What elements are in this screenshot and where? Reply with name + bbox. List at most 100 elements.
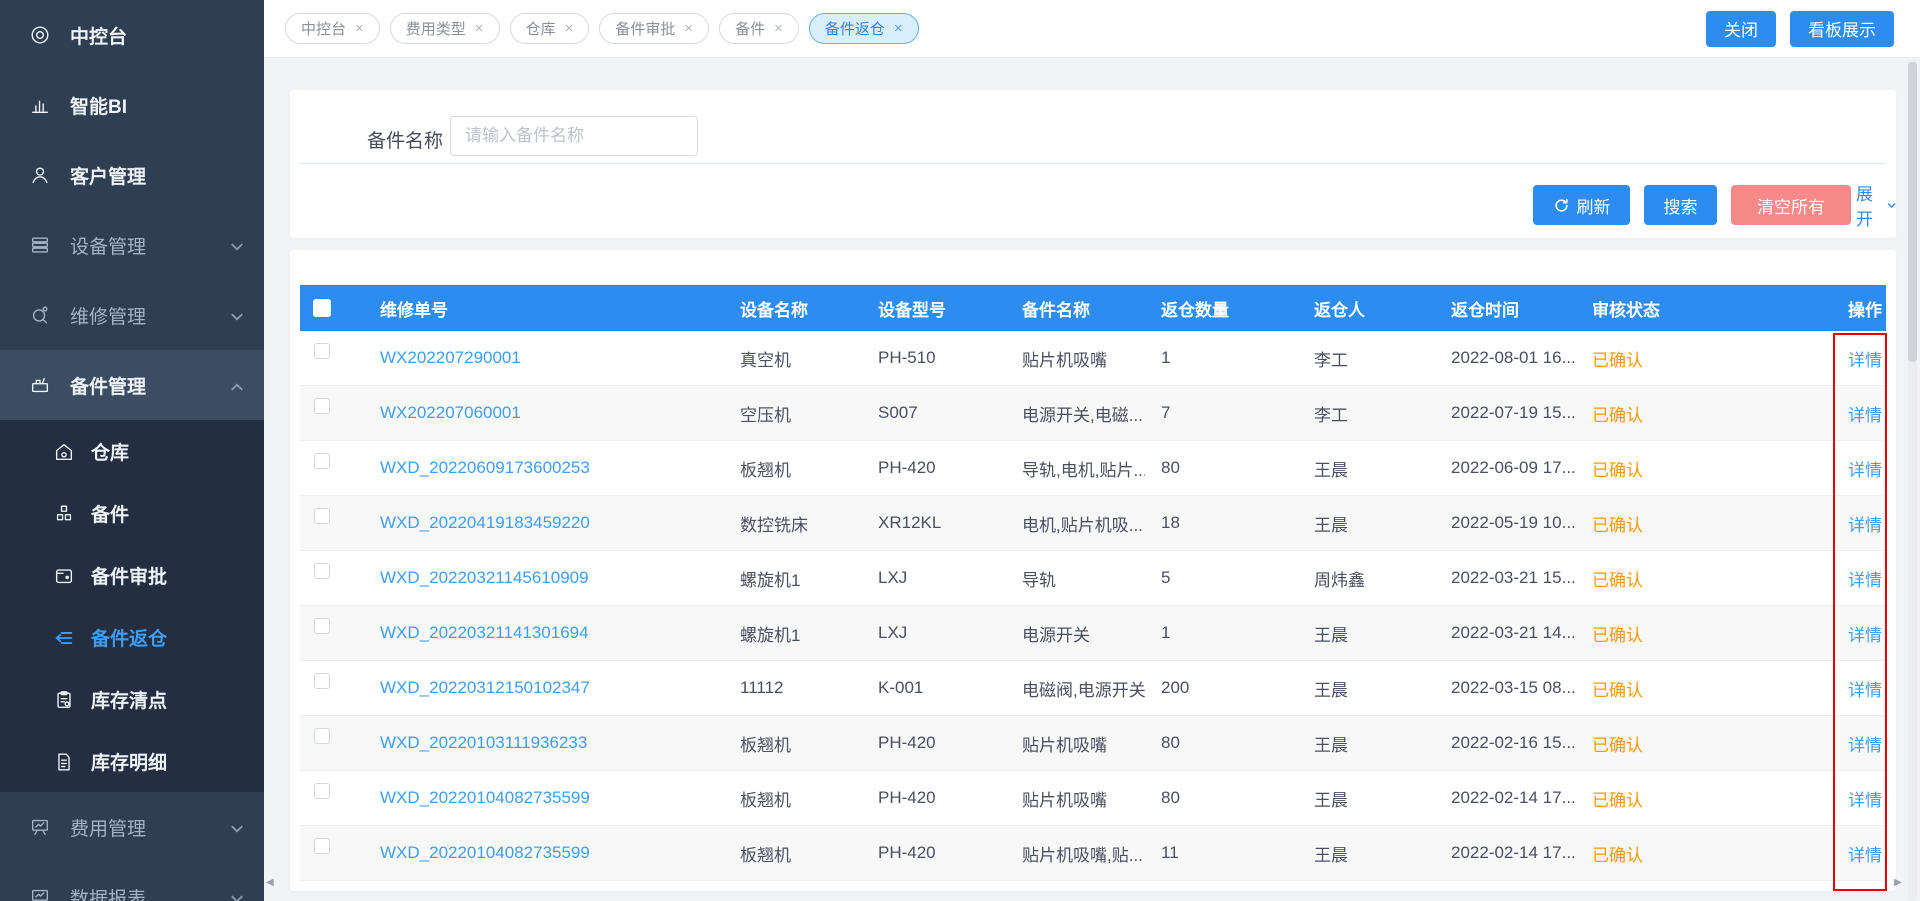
row-checkbox[interactable] [314, 673, 330, 689]
table-row: WXD_20220609173600253 板翘机 PH-420 导轨,电机,贴… [300, 441, 1886, 496]
order-number-link[interactable]: WXD_20220419183459220 [364, 513, 724, 533]
refresh-button[interactable]: 刷新 [1533, 185, 1630, 225]
order-number-link[interactable]: WX202207290001 [364, 348, 724, 368]
vertical-scrollbar[interactable] [1908, 59, 1917, 901]
row-checkbox[interactable] [314, 618, 330, 634]
detail-link[interactable]: 详情 [1848, 406, 1882, 425]
return-person: 王晨 [1298, 676, 1435, 701]
chevron-down-icon [230, 238, 244, 252]
scroll-left-arrow-icon[interactable]: ◀ [266, 877, 274, 888]
tag-label: 仓库 [526, 18, 556, 39]
sidebar-item-report[interactable]: 数据报表 [0, 862, 264, 901]
scroll-right-arrow-icon[interactable]: ▶ [1894, 877, 1902, 888]
row-checkbox[interactable] [314, 453, 330, 469]
presentation-chart-icon [29, 816, 51, 838]
return-qty: 80 [1145, 458, 1298, 478]
row-checkbox[interactable] [314, 398, 330, 414]
order-number-link[interactable]: WX202207060001 [364, 403, 724, 423]
table-row: WX202207290001 真空机 PH-510 贴片机吸嘴 1 李工 202… [300, 331, 1886, 386]
order-number-link[interactable]: WXD_20220609173600253 [364, 458, 724, 478]
detail-link[interactable]: 详情 [1848, 791, 1882, 810]
tag-expense-type[interactable]: 费用类型× [390, 13, 500, 44]
row-checkbox[interactable] [314, 728, 330, 744]
return-qty: 80 [1145, 788, 1298, 808]
sidebar-item-parts-return[interactable]: 备件返仓 [0, 606, 264, 668]
order-number-link[interactable]: WXD_20220321145610909 [364, 568, 724, 588]
sidebar-item-expense[interactable]: 费用管理 [0, 792, 264, 862]
row-checkbox[interactable] [314, 563, 330, 579]
close-button[interactable]: 关闭 [1706, 11, 1776, 47]
sidebar-item-parts[interactable]: 备件 [0, 482, 264, 544]
column-header: 审核状态 [1576, 296, 1810, 321]
row-checkbox[interactable] [314, 838, 330, 854]
expand-toggle[interactable]: 展开 [1856, 185, 1896, 225]
tag-parts[interactable]: 备件× [719, 13, 799, 44]
sidebar-item-warehouse[interactable]: 仓库 [0, 420, 264, 482]
device-model: LXJ [862, 568, 1006, 588]
order-number-link[interactable]: WXD_20220312150102347 [364, 678, 724, 698]
order-number-link[interactable]: WXD_20220103111936233 [364, 733, 724, 753]
chevron-down-icon [230, 890, 244, 901]
detail-link[interactable]: 详情 [1848, 571, 1882, 590]
detail-link[interactable]: 详情 [1848, 846, 1882, 865]
close-icon[interactable]: × [774, 21, 783, 36]
return-qty: 200 [1145, 678, 1298, 698]
sidebar-item-bi[interactable]: 智能BI [0, 70, 264, 140]
part-name-label: 备件名称 [367, 126, 443, 153]
detail-link[interactable]: 详情 [1848, 681, 1882, 700]
board-display-button[interactable]: 看板展示 [1790, 11, 1894, 47]
device-model: S007 [862, 403, 1006, 423]
sidebar-item-parts-approval[interactable]: 备件审批 [0, 544, 264, 606]
tag-console[interactable]: 中控台× [285, 13, 380, 44]
table-header-row: 维修单号 设备名称 设备型号 备件名称 返仓数量 返仓人 返仓时间 审核状态 操… [300, 285, 1886, 331]
table-row: WXD_20220104082735599 板翘机 PH-420 贴片机吸嘴 8… [300, 771, 1886, 826]
return-time: 2022-06-09 17... [1435, 458, 1576, 478]
clear-all-button[interactable]: 清空所有 [1731, 185, 1851, 225]
select-all-checkbox[interactable] [313, 299, 331, 317]
device-name: 数控铣床 [724, 511, 862, 536]
part-name: 电机,贴片机吸... [1006, 511, 1145, 536]
table-row: WXD_20220103111936233 板翘机 PH-420 贴片机吸嘴 8… [300, 716, 1886, 771]
sidebar-item-parts-management[interactable]: 备件管理 [0, 350, 264, 420]
column-header: 设备型号 [862, 296, 1006, 321]
sidebar-item-inventory-check[interactable]: 库存清点 [0, 668, 264, 730]
detail-link[interactable]: 详情 [1848, 516, 1882, 535]
row-checkbox[interactable] [314, 508, 330, 524]
detail-link[interactable]: 详情 [1848, 736, 1882, 755]
device-name: 板翘机 [724, 731, 862, 756]
search-button[interactable]: 搜索 [1644, 185, 1717, 225]
close-icon[interactable]: × [894, 21, 903, 36]
tag-parts-return[interactable]: 备件返仓× [809, 13, 919, 44]
detail-link[interactable]: 详情 [1848, 461, 1882, 480]
sidebar-item-repair[interactable]: 维修管理 [0, 280, 264, 350]
device-name: 空压机 [724, 401, 862, 426]
order-number-link[interactable]: WXD_20220321141301694 [364, 623, 724, 643]
table-card: 维修单号 设备名称 设备型号 备件名称 返仓数量 返仓人 返仓时间 审核状态 操… [290, 250, 1896, 891]
close-icon[interactable]: × [475, 21, 484, 36]
refresh-label: 刷新 [1577, 193, 1611, 218]
column-header: 设备名称 [724, 296, 862, 321]
tag-warehouse[interactable]: 仓库 × [510, 13, 590, 44]
tag-parts-approval[interactable]: 备件审批× [599, 13, 709, 44]
scrollbar-thumb[interactable] [1908, 62, 1917, 362]
sidebar-item-inventory-detail[interactable]: 库存明细 [0, 730, 264, 792]
sidebar-item-console[interactable]: 中控台 [0, 0, 264, 70]
column-header: 返仓数量 [1145, 296, 1298, 321]
sidebar-item-devices[interactable]: 设备管理 [0, 210, 264, 280]
window-actions: 关闭 看板展示 [1706, 11, 1894, 47]
row-checkbox[interactable] [314, 343, 330, 359]
detail-link[interactable]: 详情 [1848, 626, 1882, 645]
sidebar-item-customers[interactable]: 客户管理 [0, 140, 264, 210]
app-root: 中控台 智能BI 客户管理 设备管理 维修管理 备件管理 仓 [0, 0, 1920, 901]
close-icon[interactable]: × [565, 21, 574, 36]
part-name: 贴片机吸嘴 [1006, 346, 1145, 371]
part-name-input[interactable] [450, 116, 698, 156]
close-icon[interactable]: × [355, 21, 364, 36]
order-number-link[interactable]: WXD_20220104082735599 [364, 843, 724, 863]
file-text-icon [53, 751, 74, 772]
detail-link[interactable]: 详情 [1848, 351, 1882, 370]
row-checkbox[interactable] [314, 783, 330, 799]
sidebar-item-label: 设备管理 [70, 232, 146, 259]
order-number-link[interactable]: WXD_20220104082735599 [364, 788, 724, 808]
close-icon[interactable]: × [684, 21, 693, 36]
